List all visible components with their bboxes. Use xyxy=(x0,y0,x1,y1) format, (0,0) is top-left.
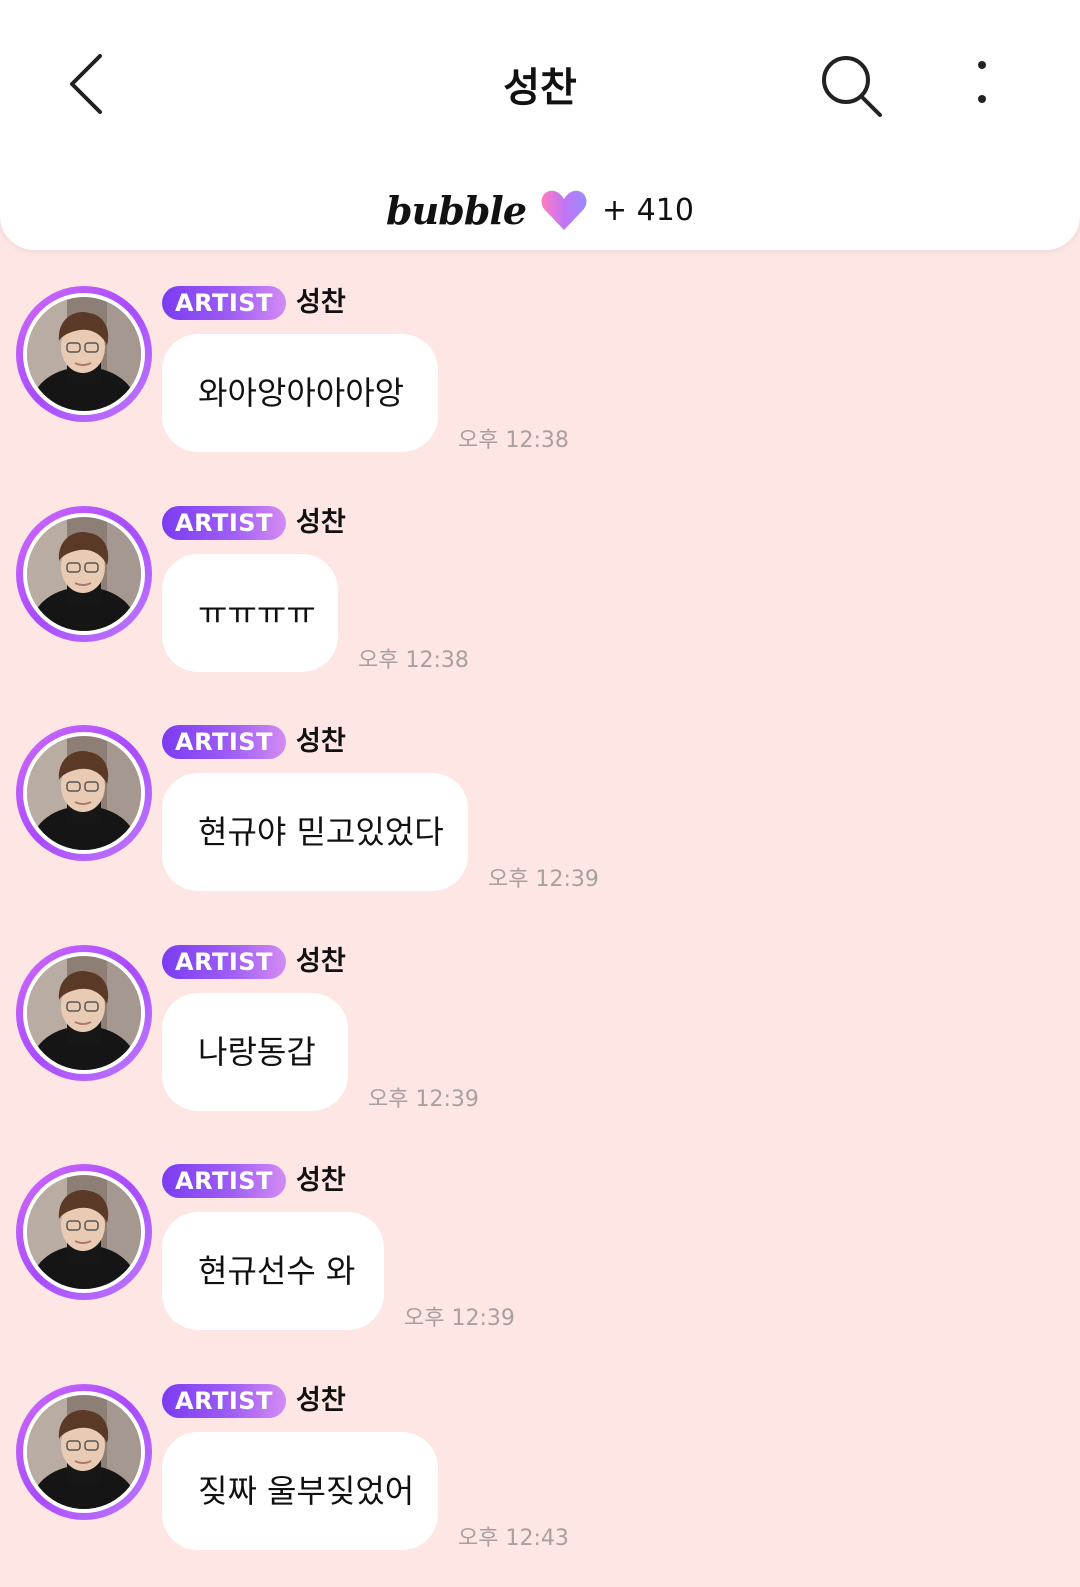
heart-icon xyxy=(540,188,588,232)
message-bubble[interactable]: 나랑동갑 xyxy=(162,993,348,1111)
message-item: ARTIST 성찬나랑동갑오후 12:39 xyxy=(0,945,1080,1145)
artist-badge: ARTIST xyxy=(162,506,286,540)
message-item: ARTIST 성찬와아앙아아아앙오후 12:38 xyxy=(0,286,1080,486)
message-bubble[interactable]: 현규야 믿고있었다 xyxy=(162,773,468,891)
artist-badge: ARTIST xyxy=(162,725,286,759)
more-options-icon[interactable] xyxy=(970,55,1020,115)
brand-row: bubble + 410 xyxy=(0,185,1080,235)
sender-name: 성찬 xyxy=(296,1165,346,1196)
message-timestamp: 오후 12:39 xyxy=(368,1087,479,1112)
sender-name: 성찬 xyxy=(296,1385,346,1416)
search-icon[interactable] xyxy=(820,52,890,122)
message-bubble[interactable]: 현규선수 와 xyxy=(162,1212,384,1330)
sender-name: 성찬 xyxy=(296,507,346,538)
artist-badge: ARTIST xyxy=(162,1384,286,1418)
artist-badge: ARTIST xyxy=(162,286,286,320)
message-timestamp: 오후 12:39 xyxy=(488,867,599,892)
artist-badge: ARTIST xyxy=(162,1164,286,1198)
heart-count: + 410 xyxy=(602,192,694,228)
artist-avatar[interactable] xyxy=(16,945,152,1081)
sender-name: 성찬 xyxy=(296,946,346,977)
artist-avatar[interactable] xyxy=(16,1164,152,1300)
artist-avatar[interactable] xyxy=(16,286,152,422)
message-item: ARTIST 성찬현규선수 와오후 12:39 xyxy=(0,1164,1080,1364)
message-item: ARTIST 성찬 ㅠㅠㅠㅠ 오후 12:38 xyxy=(0,506,1080,706)
message-timestamp: 오후 12:39 xyxy=(404,1306,515,1331)
message-timestamp: 오후 12:43 xyxy=(458,1526,569,1551)
message-item: ARTIST 성찬짖짜 울부짖었어오후 12:43 xyxy=(0,1384,1080,1584)
chat-title: 성찬 xyxy=(503,65,577,111)
message-bubble[interactable]: ㅠㅠㅠㅠ xyxy=(162,554,338,672)
artist-badge: ARTIST xyxy=(162,945,286,979)
message-bubble[interactable]: 짖짜 울부짖었어 xyxy=(162,1432,438,1550)
message-item: ARTIST 성찬현규야 믿고있었다오후 12:39 xyxy=(0,725,1080,925)
message-timestamp: 오후 12:38 xyxy=(358,648,469,673)
message-timestamp: 오후 12:38 xyxy=(458,428,569,453)
sender-name: 성찬 xyxy=(296,287,346,318)
message-bubble[interactable]: 와아앙아아아앙 xyxy=(162,334,438,452)
artist-avatar[interactable] xyxy=(16,506,152,642)
sender-name: 성찬 xyxy=(296,726,346,757)
artist-avatar[interactable] xyxy=(16,1384,152,1520)
chat-header: 성찬 bubble + 410 xyxy=(0,0,1080,250)
artist-avatar[interactable] xyxy=(16,725,152,861)
back-icon[interactable] xyxy=(60,50,120,120)
bubble-logo: bubble xyxy=(386,187,527,233)
